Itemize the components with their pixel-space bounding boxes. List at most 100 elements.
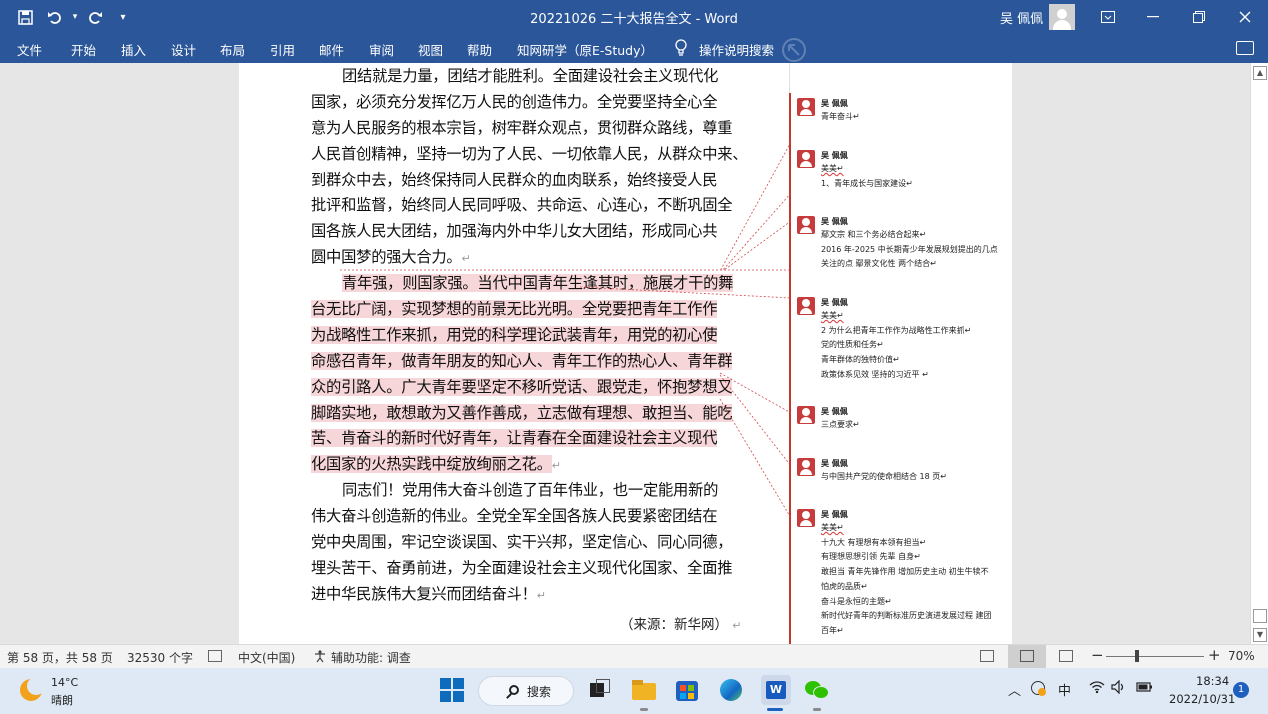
- network-warning-icon[interactable]: [1031, 681, 1046, 696]
- task-view-icon[interactable]: [588, 677, 614, 703]
- notification-badge[interactable]: 1: [1233, 682, 1249, 698]
- edge-browser-icon[interactable]: [718, 677, 744, 703]
- comments-icon[interactable]: [1236, 41, 1254, 55]
- body-line[interactable]: 埋头苦干、奋勇前进，为全面建设社会主义现代化国家、全面推: [311, 556, 733, 582]
- comment-margin-bar: [789, 93, 791, 644]
- body-line[interactable]: 团结就是力量，团结才能胜利。全面建设社会主义现代化: [311, 64, 719, 90]
- show-hidden-icons[interactable]: ︿: [1008, 680, 1021, 699]
- user-avatar[interactable]: [1049, 4, 1075, 30]
- vertical-scrollbar[interactable]: ▲ ▼: [1250, 63, 1268, 644]
- windows-start-icon[interactable]: [439, 677, 465, 703]
- body-line[interactable]: 台无比广阔，实现梦想的前景无比光明。全党要把青年工作作: [311, 297, 719, 323]
- zoom-level[interactable]: 70%: [1228, 649, 1255, 663]
- lightbulb-icon[interactable]: [674, 39, 688, 57]
- scroll-thumb[interactable]: [1253, 609, 1267, 623]
- tab-insert[interactable]: 插入: [121, 40, 146, 59]
- body-line[interactable]: 人民首创精神，坚持一切为了人民、一切依靠人民，从群众中来、: [311, 142, 748, 168]
- ribbon-display-options-icon[interactable]: [1085, 0, 1131, 34]
- taskbar: 14°C 晴朗 搜索 W ︿ 中 18:34 2022/10/31 1: [0, 668, 1268, 714]
- body-line[interactable]: 意为人民服务的根本宗旨，树牢群众观点，贯彻群众路线，尊重: [311, 116, 733, 142]
- body-line[interactable]: 圆中国梦的强大合力。↵: [311, 245, 719, 271]
- body-line[interactable]: 党中央周围，牢记空谈误国、实干兴邦，坚定信心、同心同德，: [311, 530, 733, 556]
- paragraph-mark: ↵: [551, 459, 561, 473]
- body-line[interactable]: 众的引路人。广大青年要坚定不移听党话、跟党走，怀抱梦想又: [311, 375, 733, 401]
- body-line[interactable]: 为战略性工作来抓，用党的科学理论武装青年，用党的初心使: [311, 323, 719, 349]
- body-line[interactable]: 国家，必须充分发挥亿万人民的创造伟力。全党要坚持全心全: [311, 90, 719, 116]
- accessibility-status[interactable]: 辅助功能: 调查: [331, 649, 411, 666]
- volume-icon[interactable]: [1111, 679, 1127, 698]
- body-line[interactable]: 青年强，则国家强。当代中国青年生逢其时，施展才干的舞: [311, 271, 733, 297]
- body-line[interactable]: 到群众中去，始终保持同人民群众的血肉联系，始终接受人民: [311, 168, 719, 194]
- clock-date[interactable]: 2022/10/31: [1169, 692, 1235, 706]
- body-line[interactable]: 批评和监督，始终同人民同呼吸、共命运、心连心，不断巩固全: [311, 193, 733, 219]
- scroll-down-icon[interactable]: ▼: [1253, 628, 1267, 642]
- tab-cnki-study[interactable]: 知网研学（原E-Study）: [517, 40, 653, 59]
- body-line[interactable]: 苦、肯奋斗的新时代好青年，让青春在全面建设社会主义现代: [311, 426, 719, 452]
- word-window: ▾ ▾ 20221026 二十大报告全文 - Word 吴 佩佩 文件 开始 插…: [0, 0, 1268, 714]
- search-icon: [509, 685, 519, 695]
- paragraph-mark: ↵: [536, 588, 546, 602]
- input-method-indicator[interactable]: 中: [1058, 680, 1071, 699]
- wechat-icon[interactable]: [804, 677, 830, 703]
- comment-author-icon: [797, 406, 815, 424]
- paragraph-mark: ↵: [461, 252, 471, 266]
- tab-layout[interactable]: 布局: [220, 40, 245, 59]
- file-explorer-icon[interactable]: [631, 677, 657, 703]
- restore-icon[interactable]: [1176, 0, 1222, 34]
- tab-references[interactable]: 引用: [270, 40, 295, 59]
- web-layout-icon[interactable]: [1059, 650, 1073, 662]
- minimize-icon[interactable]: [1130, 0, 1176, 34]
- zoom-out-icon[interactable]: −: [1091, 646, 1104, 664]
- accessibility-icon[interactable]: [313, 649, 327, 666]
- word-app-icon[interactable]: W: [761, 675, 791, 705]
- comment-author-icon: [797, 98, 815, 116]
- zoom-slider[interactable]: [1106, 656, 1204, 657]
- source-line: （来源：新华网） ↵: [620, 617, 742, 633]
- comment-author-icon: [797, 297, 815, 315]
- ribbon-tabs: 文件 开始 插入 设计 布局 引用 邮件 审阅 视图 帮助 知网研学（原E-St…: [0, 34, 1268, 63]
- body-line[interactable]: 进中华民族伟大复兴而团结奋斗！↵: [311, 582, 719, 608]
- weather-condition[interactable]: 晴朗: [51, 692, 73, 708]
- comment-author-icon: [797, 150, 815, 168]
- print-layout-button[interactable]: [1008, 645, 1046, 668]
- body-line[interactable]: 伟大奋斗创造新的伟业。全党全军全国各族人民要紧密团结在: [311, 504, 719, 530]
- taskbar-search[interactable]: 搜索: [478, 676, 574, 706]
- read-mode-icon[interactable]: [980, 650, 994, 662]
- watermark-logo: [782, 38, 806, 62]
- word-count[interactable]: 32530 个字: [127, 649, 193, 666]
- body-text[interactable]: 团结就是力量，团结才能胜利。全面建设社会主义现代化 国家，必须充分发挥亿万人民的创…: [311, 64, 748, 608]
- proofing-icon[interactable]: [208, 650, 222, 662]
- document-title: 20221026 二十大报告全文 - Word: [530, 12, 738, 27]
- tab-home[interactable]: 开始: [71, 40, 96, 59]
- title-bar: ▾ ▾ 20221026 二十大报告全文 - Word 吴 佩佩: [0, 0, 1268, 34]
- body-line[interactable]: 国各族人民大团结，加强海内外中华儿女大团结，形成同心共: [311, 219, 719, 245]
- body-line[interactable]: 命感召青年，做青年朋友的知心人、青年工作的热心人、青年群: [311, 349, 733, 375]
- microsoft-store-icon[interactable]: [674, 677, 700, 703]
- tab-design[interactable]: 设计: [171, 40, 196, 59]
- comment-author-icon: [797, 458, 815, 476]
- document-area: 团结就是力量，团结才能胜利。全面建设社会主义现代化 国家，必须充分发挥亿万人民的创…: [0, 63, 1250, 644]
- tab-file[interactable]: 文件: [17, 40, 42, 59]
- tell-me-search[interactable]: 操作说明搜索: [699, 40, 774, 59]
- comment-author-icon: [797, 216, 815, 234]
- tab-help[interactable]: 帮助: [467, 40, 492, 59]
- status-bar: 第 58 页，共 58 页 32530 个字 中文(中国) 辅助功能: 调查 −…: [0, 644, 1268, 668]
- wifi-icon[interactable]: [1089, 680, 1105, 698]
- tab-mailings[interactable]: 邮件: [319, 40, 344, 59]
- moon-weather-icon[interactable]: [20, 677, 45, 701]
- tab-review[interactable]: 审阅: [369, 40, 394, 59]
- body-line[interactable]: 化国家的火热实践中绽放绚丽之花。↵: [311, 452, 719, 478]
- body-line[interactable]: 同志们！党用伟大奋斗创造了百年伟业，也一定能用新的: [311, 478, 719, 504]
- user-name[interactable]: 吴 佩佩: [1000, 8, 1043, 27]
- body-line[interactable]: 脚踏实地，敢想敢为又善作善成，立志做有理想、敢担当、能吃: [311, 401, 733, 427]
- tab-view[interactable]: 视图: [418, 40, 443, 59]
- battery-icon[interactable]: [1136, 680, 1154, 698]
- zoom-slider-thumb[interactable]: [1135, 650, 1139, 662]
- page-count[interactable]: 第 58 页，共 58 页: [7, 649, 113, 666]
- weather-temperature[interactable]: 14°C: [51, 676, 78, 689]
- clock-time[interactable]: 18:34: [1196, 674, 1229, 688]
- language-indicator[interactable]: 中文(中国): [238, 649, 295, 666]
- close-icon[interactable]: [1222, 0, 1268, 34]
- scroll-up-icon[interactable]: ▲: [1253, 66, 1267, 80]
- zoom-in-icon[interactable]: +: [1208, 646, 1221, 664]
